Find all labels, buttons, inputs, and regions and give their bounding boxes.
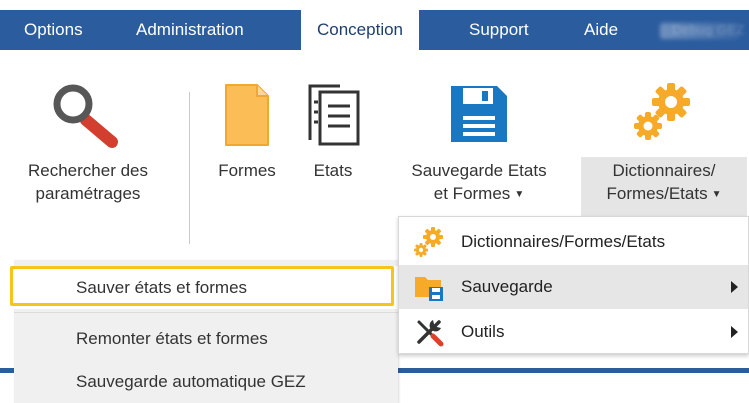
tools-icon <box>417 320 444 347</box>
submenu-divider <box>14 312 398 313</box>
menu-conception[interactable]: Conception <box>301 10 420 52</box>
folder-save-icon <box>415 277 443 301</box>
menu-aide-label: Aide <box>584 20 619 39</box>
dropdown-item-label: Dictionnaires/Formes/Etats <box>461 232 666 251</box>
dropdown-item-label: Outils <box>461 322 505 341</box>
sauvegarde-label-line1: Sauvegarde Etats <box>411 161 547 180</box>
menu-support-label: Support <box>469 20 529 39</box>
focus-highlight <box>10 266 394 306</box>
submenu-item-label: Sauvegarde automatique GEZ <box>76 372 306 391</box>
etats-label: Etats <box>313 161 353 180</box>
formes-label: Formes <box>218 161 276 180</box>
chevron-right-icon <box>731 281 738 293</box>
menu-bar: Options Administration Conception Suppor… <box>0 0 749 52</box>
menu-administration-label: Administration <box>136 20 244 39</box>
menu-aide[interactable]: Aide <box>568 10 634 50</box>
dropdown-item-label: Sauvegarde <box>461 277 553 296</box>
chevron-down-icon: ▼ <box>711 189 722 200</box>
dictionnaires-label-line2: Formes/Etats <box>606 184 708 203</box>
menu-conception-label: Conception <box>317 20 404 39</box>
gears-icon <box>414 227 443 257</box>
menu-options[interactable]: Options <box>8 10 99 50</box>
search-label-line2: paramétrages <box>35 184 141 203</box>
blurred-menu-label: Debug GEZ <box>672 22 746 37</box>
pages-icon <box>308 84 360 146</box>
search-label-line1: Rechercher des <box>27 161 148 180</box>
magnifier-icon <box>53 84 118 148</box>
menu-administration[interactable]: Administration <box>120 10 260 50</box>
ribbon-separator <box>189 92 190 244</box>
dropdown-item-sauvegarde[interactable]: Sauvegarde <box>399 265 748 309</box>
dropdown-item-dictionnaires[interactable]: Dictionnaires/Formes/Etats <box>399 220 748 264</box>
document-icon <box>225 84 269 146</box>
dropdown-item-outils[interactable]: Outils <box>399 310 748 354</box>
menu-options-label: Options <box>24 20 83 39</box>
gears-icon <box>634 83 690 140</box>
chevron-right-icon <box>731 326 738 338</box>
dictionnaires-dropdown: Dictionnaires/Formes/Etats Sauvegarde Ou… <box>398 216 749 354</box>
submenu-item-sauvegarde-auto[interactable]: Sauvegarde automatique GEZ <box>14 360 398 403</box>
submenu-item-remonter[interactable]: Remonter états et formes <box>14 317 398 360</box>
submenu-item-label: Remonter états et formes <box>76 329 268 348</box>
chevron-down-icon: ▼ <box>514 189 525 200</box>
floppy-disk-icon <box>451 86 507 142</box>
sauvegarde-label-line2: et Formes <box>433 184 511 203</box>
dictionnaires-label-line1: Dictionnaires/ <box>612 161 716 180</box>
menu-support[interactable]: Support <box>453 10 545 50</box>
